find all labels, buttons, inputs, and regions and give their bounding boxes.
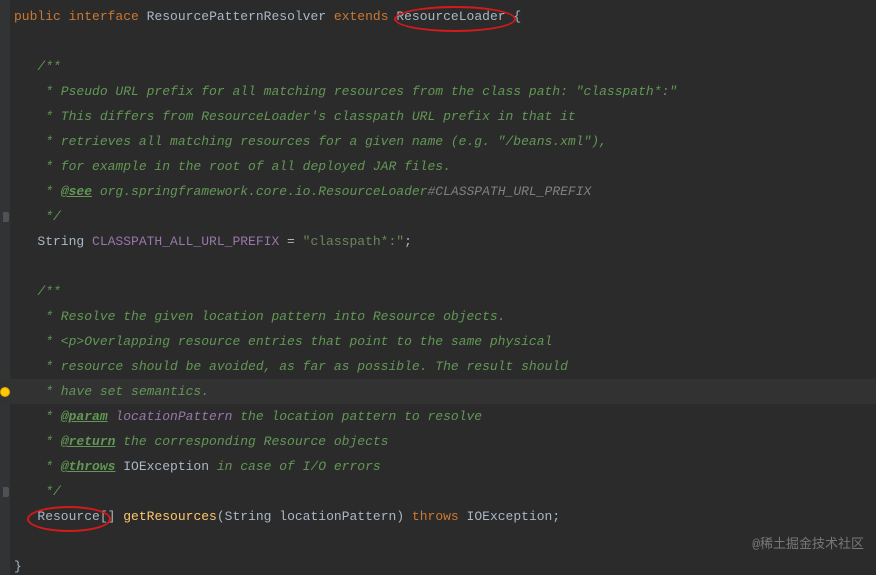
keyword-throws: throws <box>404 509 466 524</box>
javadoc-throws: * @throws IOException in case of I/O err… <box>14 454 876 479</box>
watermark: @稀土掘金技术社区 <box>752 532 864 557</box>
field-declaration: String CLASSPATH_ALL_URL_PREFIX = "class… <box>14 229 876 254</box>
blank-line <box>14 29 876 54</box>
javadoc-end: */ <box>14 479 876 504</box>
constant-name: CLASSPATH_ALL_URL_PREFIX <box>92 234 279 249</box>
javadoc-line: * This differs from ResourceLoader's cla… <box>14 104 876 129</box>
javadoc-line: * Pseudo URL prefix for all matching res… <box>14 79 876 104</box>
javadoc-line: * retrieves all matching resources for a… <box>14 129 876 154</box>
javadoc-end: */ <box>14 204 876 229</box>
keyword-interface: interface <box>69 9 139 24</box>
method-declaration: Resource[] getResources(String locationP… <box>14 504 876 529</box>
code-editor[interactable]: public interface ResourcePatternResolver… <box>0 0 876 575</box>
return-type: Resource <box>37 509 99 524</box>
string-literal: "classpath*:" <box>303 234 404 249</box>
class-name: ResourcePatternResolver <box>147 9 326 24</box>
see-tag: @see <box>61 184 92 199</box>
blank-line <box>14 254 876 279</box>
fold-hint-icon[interactable] <box>3 487 9 497</box>
parent-class: ResourceLoader <box>396 9 505 24</box>
javadoc-line: * <p>Overlapping resource entries that p… <box>14 329 876 354</box>
javadoc-line: * Resolve the given location pattern int… <box>14 304 876 329</box>
type: String <box>37 234 92 249</box>
method-name: getResources <box>123 509 217 524</box>
close-brace: } <box>14 554 876 575</box>
keyword-public: public <box>14 9 61 24</box>
param-tag: @param <box>61 409 108 424</box>
intention-bulb-icon[interactable] <box>0 387 10 397</box>
javadoc-line: * resource should be avoided, as far as … <box>14 354 876 379</box>
throws-tag: @throws <box>61 459 116 474</box>
javadoc-return: * @return the corresponding Resource obj… <box>14 429 876 454</box>
return-tag: @return <box>61 434 116 449</box>
javadoc-see: * @see org.springframework.core.io.Resou… <box>14 179 876 204</box>
javadoc-start: /** <box>14 54 876 79</box>
javadoc-param: * @param locationPattern the location pa… <box>14 404 876 429</box>
keyword-extends: extends <box>334 9 389 24</box>
brace: { <box>506 9 522 24</box>
fold-hint-icon[interactable] <box>3 212 9 222</box>
javadoc-line-highlighted: * have set semantics. <box>14 379 876 404</box>
blank-line <box>14 529 876 554</box>
code-line: public interface ResourcePatternResolver… <box>14 4 876 29</box>
javadoc-line: * for example in the root of all deploye… <box>14 154 876 179</box>
javadoc-start: /** <box>14 279 876 304</box>
